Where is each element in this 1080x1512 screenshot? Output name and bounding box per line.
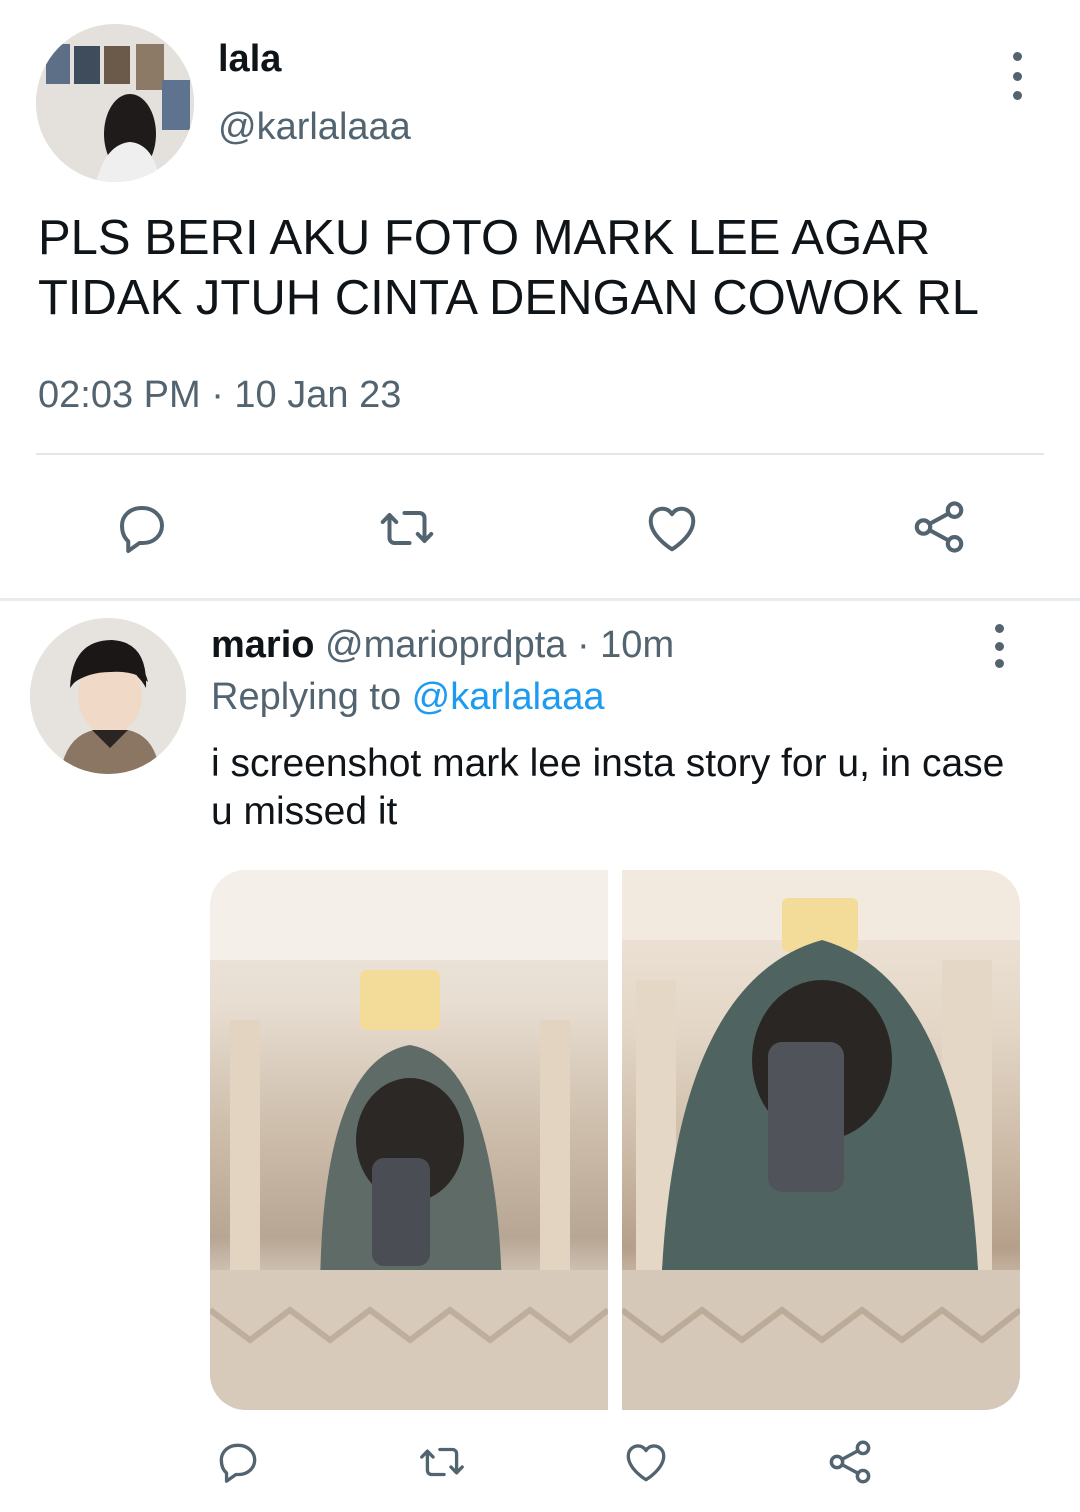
reply-display-name[interactable]: mario xyxy=(211,624,314,666)
reply-more-options-icon[interactable] xyxy=(984,624,1014,668)
reply-icon xyxy=(120,506,164,553)
reply-share-button[interactable] xyxy=(822,1434,878,1490)
retweet-button[interactable] xyxy=(372,496,442,560)
reply-text: i screenshot mark lee insta story for u,… xyxy=(211,742,1005,833)
photo-content xyxy=(210,870,608,1410)
share-button[interactable] xyxy=(906,494,972,560)
timestamp[interactable]: 02:03 PM · 10 Jan 23 xyxy=(38,374,401,417)
avatar[interactable] xyxy=(36,24,194,182)
share-icon xyxy=(829,1440,871,1484)
tweet-text: PLS BERI AKU FOTO MARK LEE AGAR TIDAK JT… xyxy=(38,211,980,325)
reply-icon xyxy=(219,1443,257,1483)
media-photo[interactable] xyxy=(210,870,608,1410)
reply-button[interactable] xyxy=(110,496,174,560)
replying-prefix: Replying to xyxy=(211,676,412,718)
avatar-image xyxy=(36,24,194,182)
divider xyxy=(36,453,1044,455)
retweet-icon xyxy=(380,511,434,545)
replying-to-link[interactable]: @karlalaaa xyxy=(412,676,605,718)
more-options-icon[interactable] xyxy=(1002,52,1032,100)
media-grid xyxy=(210,870,1020,1410)
section-divider xyxy=(0,598,1080,601)
replying-to: Replying to @karlalaaa xyxy=(211,676,604,719)
retweet-icon xyxy=(420,1447,464,1477)
display-name[interactable]: lala xyxy=(218,38,281,81)
reply-reply-button[interactable] xyxy=(210,1436,266,1488)
reply-like-button[interactable] xyxy=(618,1436,674,1488)
handle[interactable]: @karlalaaa xyxy=(218,106,411,149)
reply-separator: · xyxy=(566,624,601,666)
like-icon xyxy=(648,506,696,552)
reply-retweet-button[interactable] xyxy=(412,1436,472,1488)
reply-avatar-image xyxy=(30,618,186,774)
reply-handle[interactable]: @marioprdpta xyxy=(325,624,566,666)
like-button[interactable] xyxy=(640,496,704,560)
like-icon xyxy=(626,1444,666,1482)
reply-header: mario @marioprdpta · 10m xyxy=(211,624,674,667)
reply-time[interactable]: 10m xyxy=(600,624,674,666)
share-icon xyxy=(914,501,964,553)
photo-content xyxy=(622,870,1020,1410)
media-photo[interactable] xyxy=(622,870,1020,1410)
reply-avatar[interactable] xyxy=(30,618,186,774)
